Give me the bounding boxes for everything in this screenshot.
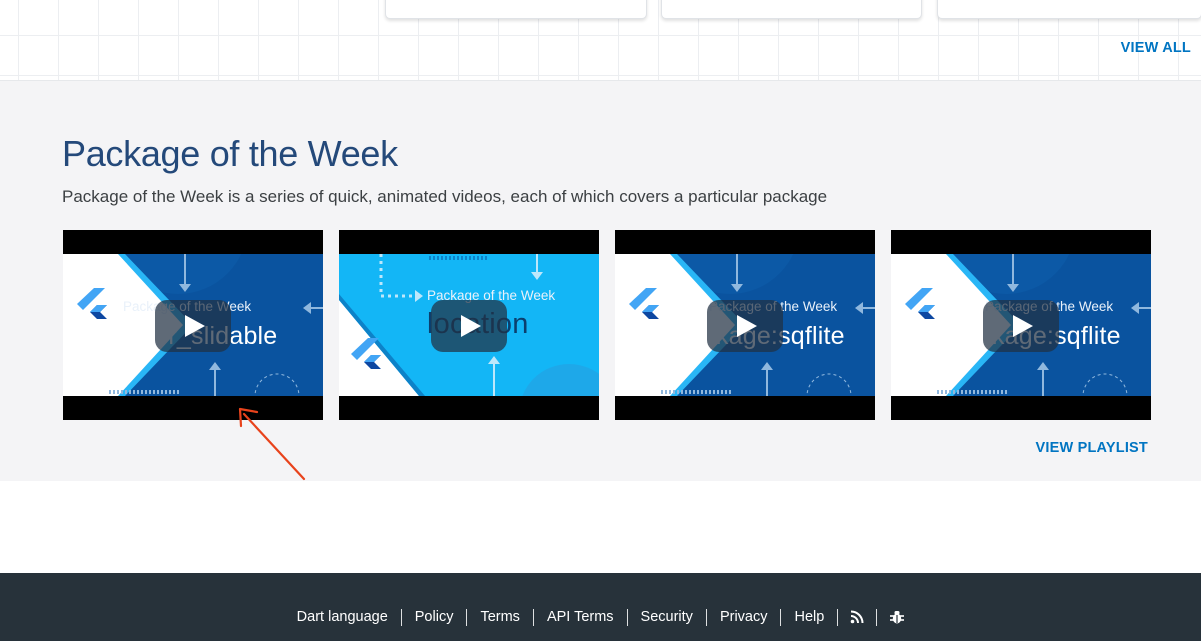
footer-links: Dart language Policy Terms API Terms Sec… <box>0 608 1201 626</box>
footer-link-help[interactable]: Help <box>781 608 837 626</box>
play-button-icon[interactable] <box>707 300 783 352</box>
bug-icon[interactable] <box>877 609 917 625</box>
page: VIEW ALL Package of the Week Package of … <box>0 0 1201 641</box>
footer-link-dart-language[interactable]: Dart language <box>284 608 401 626</box>
view-all-link[interactable]: VIEW ALL <box>1121 40 1191 56</box>
annotation-arrow-icon <box>238 407 306 481</box>
top-grid-area: VIEW ALL <box>0 0 1201 81</box>
footer-link-terms[interactable]: Terms <box>467 608 532 626</box>
play-button-icon[interactable] <box>431 300 507 352</box>
footer-link-security[interactable]: Security <box>628 608 706 626</box>
footer-separator <box>876 608 878 626</box>
footer-link-policy[interactable]: Policy <box>402 608 467 626</box>
footer-separator <box>400 608 402 626</box>
footer-separator <box>837 608 839 626</box>
video-thumbnail-1[interactable]: Package of the Week flutter_slidable <box>63 230 323 420</box>
footer: Dart language Policy Terms API Terms Sec… <box>0 573 1201 641</box>
play-button-icon[interactable] <box>983 300 1059 352</box>
footer-separator <box>466 608 468 626</box>
section-title: Package of the Week <box>62 133 398 174</box>
view-playlist-link[interactable]: VIEW PLAYLIST <box>1036 440 1148 456</box>
footer-separator <box>626 608 628 626</box>
video-thumbnail-2[interactable]: Package of the Week location <box>339 230 599 420</box>
footer-separator <box>532 608 534 626</box>
footer-separator <box>780 608 782 626</box>
video-thumbnail-4[interactable]: Package of the Week package:sqflite <box>891 230 1151 420</box>
package-of-the-week-section: Package of the Week Package of the Week … <box>0 81 1201 481</box>
video-thumbnail-3[interactable]: Package of the Week package:sqflite <box>615 230 875 420</box>
top-card-3[interactable] <box>937 0 1201 19</box>
top-card-1[interactable] <box>385 0 647 19</box>
play-button-icon[interactable] <box>155 300 231 352</box>
rss-icon[interactable] <box>838 610 876 624</box>
top-card-2[interactable] <box>661 0 922 19</box>
footer-separator <box>705 608 707 626</box>
footer-link-api-terms[interactable]: API Terms <box>534 608 627 626</box>
section-description: Package of the Week is a series of quick… <box>62 187 828 206</box>
footer-link-privacy[interactable]: Privacy <box>707 608 781 626</box>
